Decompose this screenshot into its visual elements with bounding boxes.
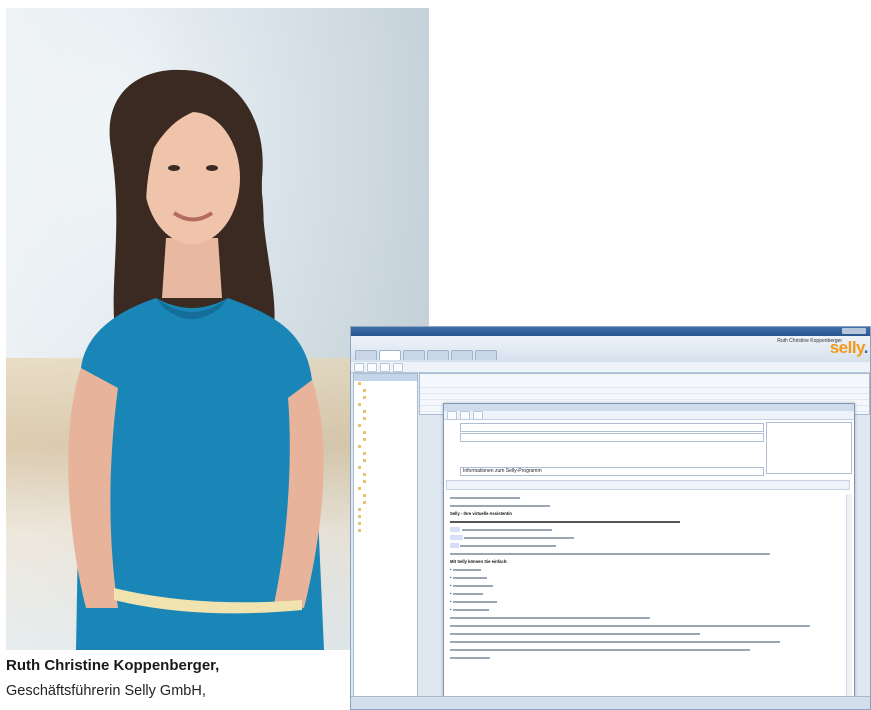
- body-heading: Selly - Ihre virtuelle Assistentin: [450, 511, 512, 516]
- tab-2[interactable]: [379, 350, 401, 360]
- status-bar: [351, 696, 870, 709]
- caption-role: Geschäftsführerin Selly GmbH,: [6, 683, 206, 699]
- folder-item[interactable]: [354, 437, 417, 444]
- logo-text: selly: [829, 338, 865, 357]
- send-button[interactable]: [447, 410, 457, 420]
- toolbar-button[interactable]: [354, 362, 364, 372]
- compose-window: Informationen zum Selly-Programm Selly -…: [443, 403, 855, 709]
- folder-item[interactable]: [354, 416, 417, 423]
- folder-item[interactable]: [354, 444, 417, 451]
- app-header: Ruth Christine Koppenberger selly.: [351, 336, 870, 362]
- to-field[interactable]: [460, 423, 764, 432]
- toolbar: [351, 362, 870, 373]
- options-button[interactable]: [473, 410, 483, 420]
- selly-logo: selly.: [829, 338, 869, 357]
- folder-item[interactable]: [354, 479, 417, 486]
- body-scrollbar[interactable]: [846, 494, 852, 709]
- folder-item[interactable]: [354, 458, 417, 465]
- window-titlebar: [351, 327, 870, 336]
- folder-item[interactable]: [354, 465, 417, 472]
- message-body[interactable]: Selly - Ihre virtuelle Assistentin Mit S…: [450, 494, 844, 709]
- tab-4[interactable]: [427, 350, 449, 360]
- attach-button[interactable]: [460, 410, 470, 420]
- main-tabs: [355, 350, 497, 360]
- attachments-box: [766, 422, 852, 474]
- folder-item[interactable]: [354, 430, 417, 437]
- toolbar-button[interactable]: [393, 362, 403, 372]
- email-client-screenshot: Ruth Christine Koppenberger selly. Infor…: [350, 326, 871, 710]
- toolbar-button[interactable]: [367, 362, 377, 372]
- folder-item[interactable]: [354, 381, 417, 388]
- subject-field[interactable]: Informationen zum Selly-Programm: [460, 467, 764, 476]
- cc-field[interactable]: [460, 433, 764, 442]
- tab-6[interactable]: [475, 350, 497, 360]
- folder-item[interactable]: [354, 521, 417, 528]
- tab-1[interactable]: [355, 350, 377, 360]
- folder-item[interactable]: [354, 395, 417, 402]
- toolbar-button[interactable]: [380, 362, 390, 372]
- tab-5[interactable]: [451, 350, 473, 360]
- folder-item[interactable]: [354, 423, 417, 430]
- folder-item[interactable]: [354, 472, 417, 479]
- content-panes: Informationen zum Selly-Programm Selly -…: [351, 373, 870, 709]
- compose-toolbar: [444, 410, 854, 420]
- folder-item[interactable]: [354, 514, 417, 521]
- compose-titlebar: [444, 404, 854, 411]
- window-controls: [842, 328, 866, 334]
- folder-item[interactable]: [354, 402, 417, 409]
- body-section: Mit Selly können Sie einfach:: [450, 559, 508, 564]
- folder-item[interactable]: [354, 493, 417, 500]
- folder-tree-header: [354, 374, 417, 381]
- folder-item[interactable]: [354, 409, 417, 416]
- folder-item[interactable]: [354, 486, 417, 493]
- folder-item[interactable]: [354, 500, 417, 507]
- caption-name: Ruth Christine Koppenberger,: [6, 657, 220, 674]
- folder-item[interactable]: [354, 388, 417, 395]
- tab-3[interactable]: [403, 350, 425, 360]
- folder-item[interactable]: [354, 451, 417, 458]
- folder-item[interactable]: [354, 507, 417, 514]
- folder-tree: [353, 373, 418, 697]
- folder-item[interactable]: [354, 528, 417, 535]
- format-toolbar: [446, 480, 850, 490]
